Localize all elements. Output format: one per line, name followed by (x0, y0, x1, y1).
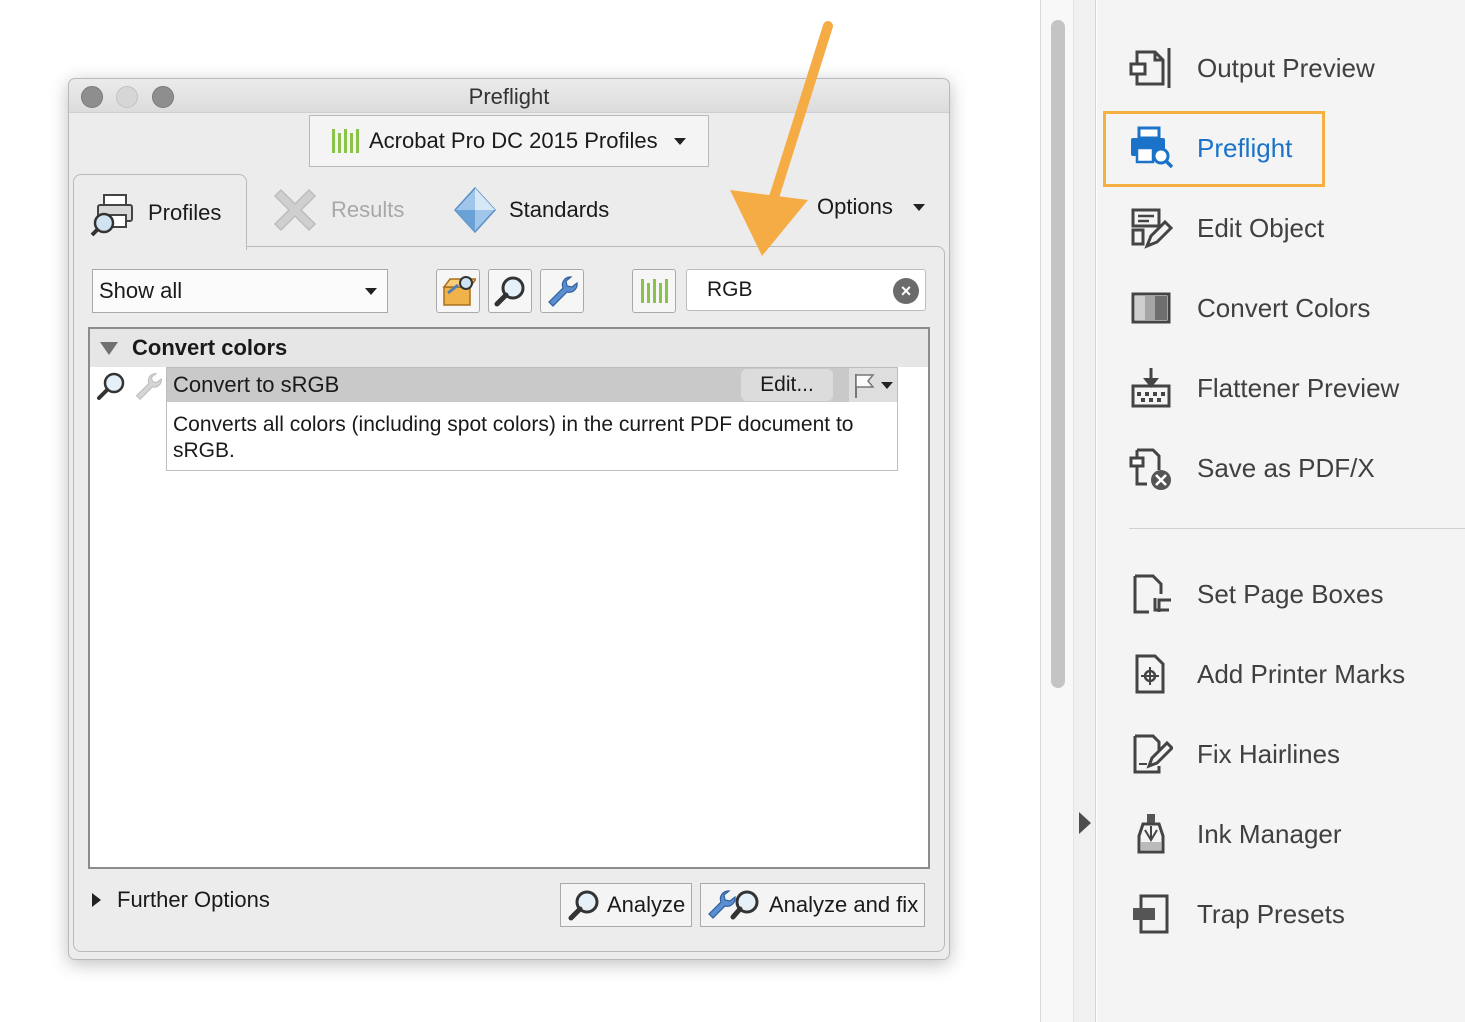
group-header[interactable]: Convert colors (90, 329, 928, 367)
chevron-down-icon (365, 287, 377, 295)
fixup-description: Converts all colors (including spot colo… (173, 413, 854, 462)
convert-colors-icon (1131, 292, 1171, 324)
tool-edit-object[interactable]: Edit Object (1129, 198, 1459, 258)
magnifier-icon (97, 372, 125, 400)
tool-output-preview-label: Output Preview (1197, 52, 1375, 83)
fixup-row[interactable]: Convert to sRGB Edit... Converts all col… (166, 367, 898, 471)
search-value: RGB (707, 278, 753, 301)
analyze-button[interactable]: Analyze (560, 883, 693, 927)
tab-profiles-label: Profiles (148, 199, 222, 225)
tools-separator (1129, 528, 1465, 529)
analyze-and-fix-label: Analyze and fix (769, 892, 919, 917)
tool-save-as-pdfx-label: Save as PDF/X (1197, 452, 1375, 483)
tool-set-page-boxes-label: Set Page Boxes (1197, 578, 1384, 609)
tool-edit-object-label: Edit Object (1197, 212, 1325, 243)
fixup-name: Convert to sRGB (173, 372, 340, 397)
fix-hairlines-icon (1133, 734, 1173, 774)
tab-standards-label: Standards (509, 197, 610, 222)
tool-convert-colors[interactable]: Convert Colors (1129, 278, 1459, 338)
chevron-down-icon (912, 203, 925, 211)
library-filter-button[interactable] (632, 269, 676, 313)
annotation-arrow (730, 21, 833, 256)
wrench-icon (135, 373, 162, 400)
tool-output-preview[interactable]: Output Preview (1129, 38, 1459, 98)
tool-save-as-pdfx[interactable]: Save as PDF/X (1129, 438, 1459, 498)
tool-flattener-preview[interactable]: Flattener Preview (1129, 358, 1459, 418)
show-checks-button[interactable] (488, 269, 532, 313)
tool-add-printer-marks[interactable]: Add Printer Marks (1129, 644, 1459, 704)
tool-convert-colors-label: Convert Colors (1197, 292, 1371, 323)
standards-icon (453, 186, 497, 234)
further-options-toggle[interactable]: Further Options (92, 887, 270, 913)
preflight-icon (1131, 126, 1173, 169)
analyze-and-fix-button[interactable]: Analyze and fix (700, 883, 926, 927)
tool-set-page-boxes[interactable]: Set Page Boxes (1129, 564, 1459, 624)
analyze-label: Analyze (607, 892, 686, 917)
magnifier-icon (568, 890, 599, 921)
scrollbar-thumb[interactable] (1051, 20, 1065, 688)
edit-object-icon (1131, 208, 1173, 249)
row-type-icons (96, 371, 164, 401)
fixup-list: Convert colors Convert to sRGB Edit... C… (88, 327, 930, 869)
tool-preflight-label: Preflight (1197, 132, 1293, 163)
filter-dropdown[interactable]: Show all (92, 269, 388, 313)
flattener-preview-icon (1131, 368, 1171, 408)
disclosure-triangle-icon[interactable] (100, 341, 118, 355)
pane-divider[interactable] (1074, 0, 1096, 1022)
tool-fix-hairlines-label: Fix Hairlines (1197, 738, 1341, 769)
clear-search-icon[interactable]: × (893, 278, 919, 304)
tab-results[interactable]: Results (269, 174, 404, 246)
trap-presets-icon (1133, 894, 1169, 934)
profile-library-label: Acrobat Pro DC 2015 Profiles (369, 128, 658, 153)
profiles-filter-icon (442, 276, 476, 306)
add-printer-marks-icon (1135, 654, 1165, 694)
fixup-header[interactable]: Convert to sRGB Edit... (167, 368, 897, 402)
magnifier-icon (494, 276, 525, 307)
tool-flattener-preview-label: Flattener Preview (1197, 372, 1400, 403)
chevron-down-icon (673, 137, 686, 145)
edit-button[interactable]: Edit... (741, 369, 833, 401)
tab-profiles[interactable]: Profiles (73, 174, 247, 250)
wrench-magnifier-icon (708, 890, 759, 920)
tab-results-label: Results (331, 197, 405, 222)
profiles-icon (90, 193, 133, 236)
set-page-boxes-icon (1133, 574, 1171, 614)
ink-manager-icon (1137, 814, 1165, 854)
library-icon (332, 129, 359, 153)
tool-ink-manager-label: Ink Manager (1197, 818, 1342, 849)
tool-fix-hairlines[interactable]: Fix Hairlines (1129, 724, 1459, 784)
profiles-panel: Show all RGB × Convert colors Convert to… (73, 246, 945, 952)
profile-library-dropdown[interactable]: Acrobat Pro DC 2015 Profiles (309, 115, 709, 167)
print-production-tools-panel: Output Preview Preflight Edit Object Con… (1097, 0, 1465, 1022)
results-icon (273, 188, 317, 232)
tool-preflight[interactable]: Preflight (1129, 118, 1459, 178)
disclosure-triangle-icon (92, 893, 101, 907)
show-profiles-button[interactable] (436, 269, 480, 313)
tab-standards[interactable]: Standards (451, 174, 609, 246)
vertical-scrollbar[interactable] (1040, 0, 1074, 1022)
flag-icon (855, 374, 875, 398)
collapse-pane-icon[interactable] (1079, 812, 1091, 834)
library-icon (640, 279, 668, 303)
filter-value: Show all (99, 278, 183, 303)
search-input[interactable]: RGB × (686, 269, 926, 311)
further-options-label: Further Options (117, 887, 270, 912)
tool-add-printer-marks-label: Add Printer Marks (1197, 658, 1406, 689)
chevron-down-icon (881, 381, 893, 389)
output-preview-icon (1129, 48, 1171, 88)
show-fixups-button[interactable] (540, 269, 584, 313)
save-pdfx-icon (1129, 448, 1171, 490)
tool-trap-presets-label: Trap Presets (1197, 898, 1345, 929)
tool-ink-manager[interactable]: Ink Manager (1129, 804, 1459, 864)
tool-trap-presets[interactable]: Trap Presets (1129, 884, 1459, 944)
flag-menu-button[interactable] (849, 368, 897, 402)
wrench-icon (548, 276, 578, 307)
group-title: Convert colors (132, 335, 288, 360)
